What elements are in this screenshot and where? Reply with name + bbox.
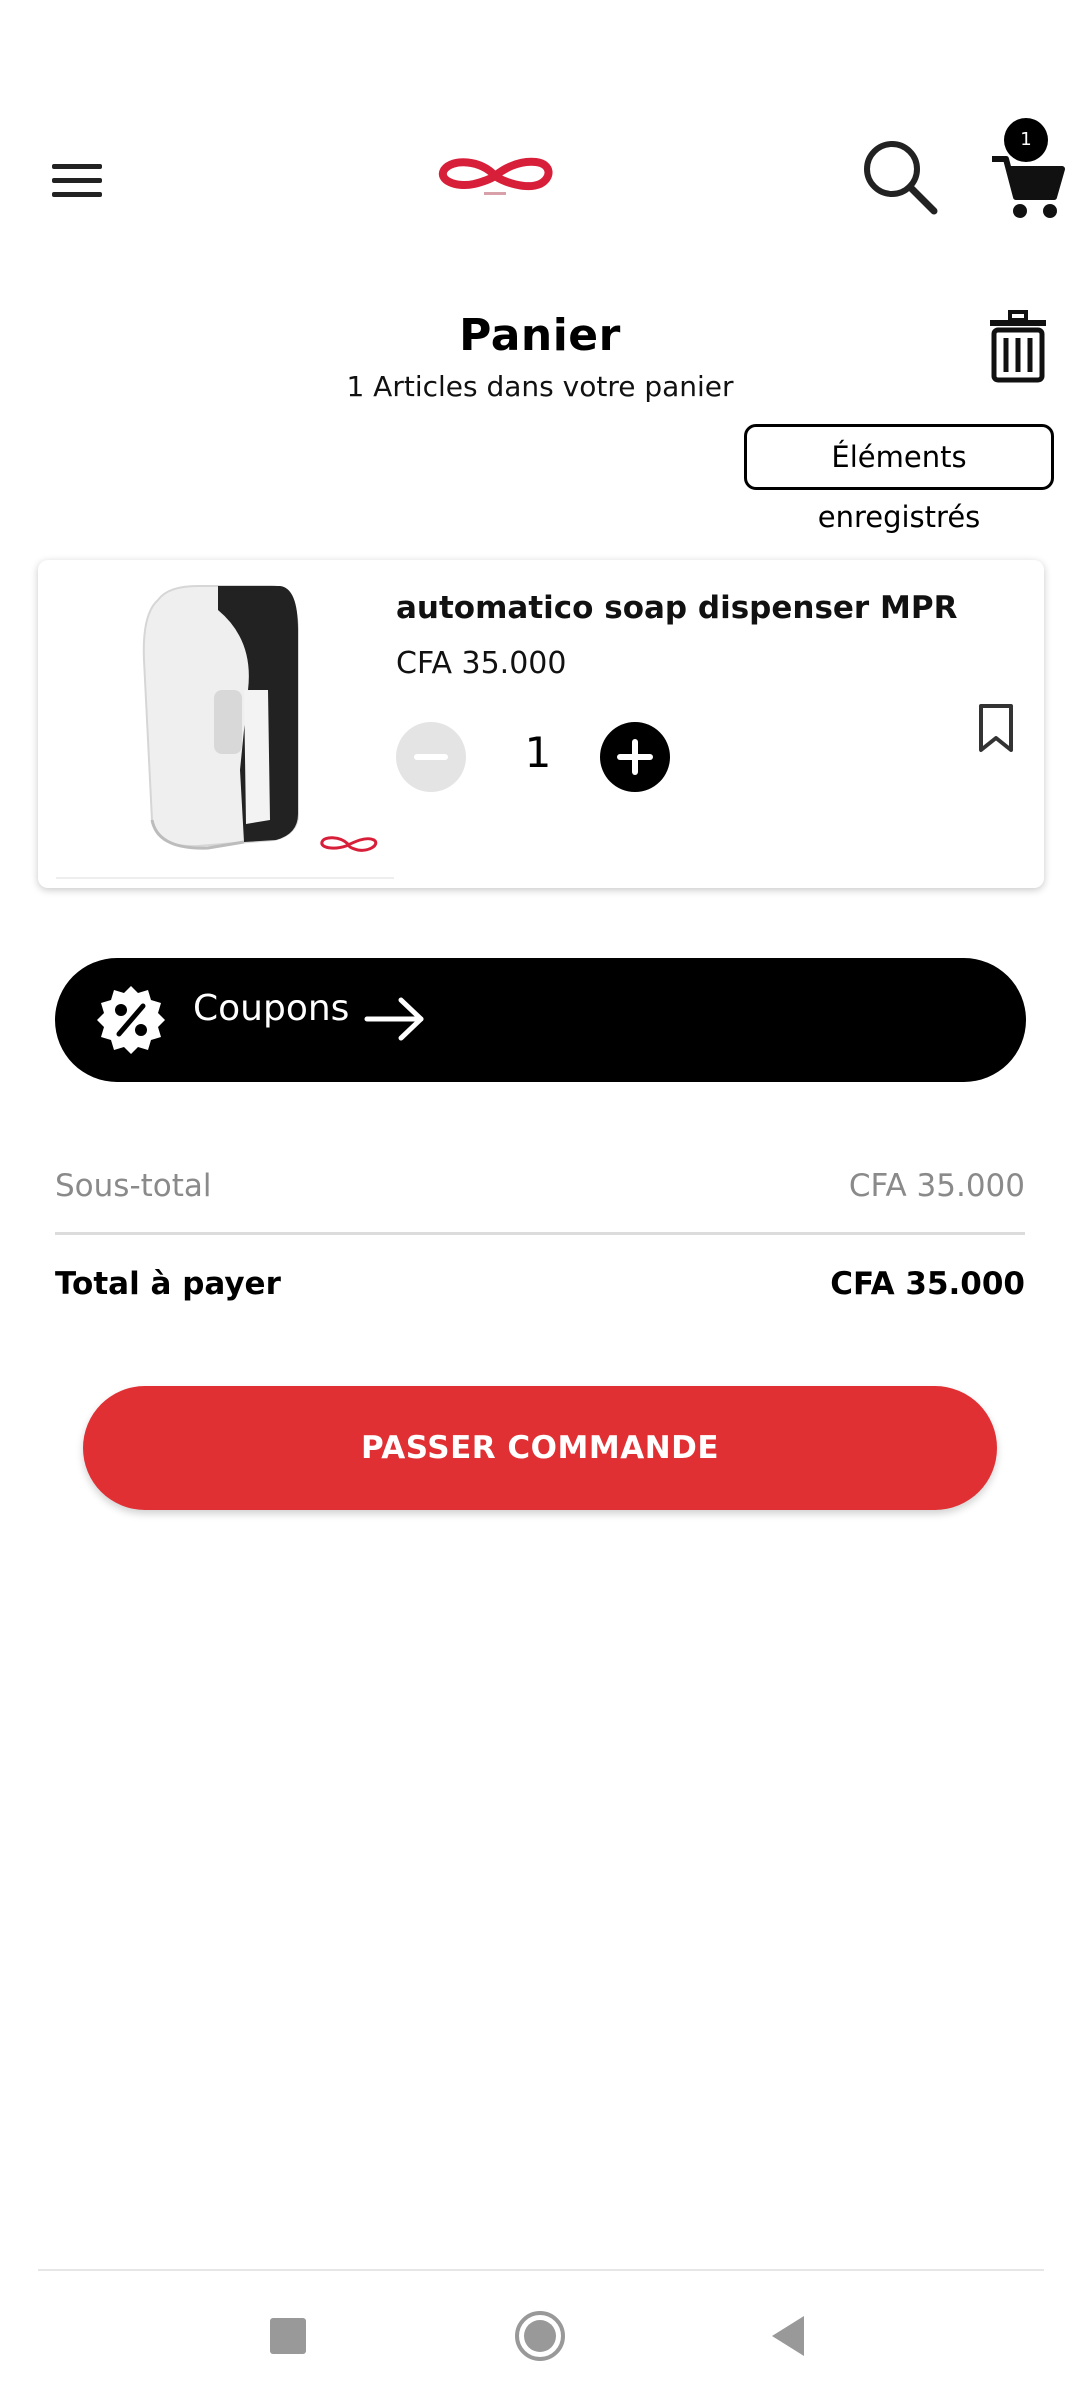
brand-logo-icon[interactable] xyxy=(432,146,558,206)
decrease-quantity-button[interactable] xyxy=(396,722,466,792)
subtotal-label: Sous-total xyxy=(55,1168,212,1204)
triangle-back-icon[interactable] xyxy=(768,2314,808,2358)
product-price: CFA 35.000 xyxy=(396,646,567,681)
cart-screen: 1 Panier 1 Articles dans votre panier Él… xyxy=(0,0,1080,2400)
coupons-button[interactable]: Coupons xyxy=(55,958,1026,1082)
cart-count-badge: 1 xyxy=(1004,118,1048,162)
checkout-button[interactable]: PASSER COMMANDE xyxy=(83,1386,997,1510)
increase-quantity-button[interactable] xyxy=(600,722,670,792)
bookmark-icon[interactable] xyxy=(976,702,1016,756)
product-image[interactable] xyxy=(48,570,402,882)
product-name[interactable]: automatico soap dispenser MPR xyxy=(396,590,957,626)
summary-divider xyxy=(55,1232,1025,1235)
subtotal-value: CFA 35.000 xyxy=(848,1168,1025,1204)
menu-icon-bar xyxy=(52,178,102,183)
cart-item-count: 1 Articles dans votre panier xyxy=(346,370,734,403)
menu-button[interactable] xyxy=(40,150,112,210)
total-value: CFA 35.000 xyxy=(830,1266,1025,1302)
top-app-bar: 1 xyxy=(0,90,1080,270)
quantity-value: 1 xyxy=(524,728,552,777)
circle-home-icon[interactable] xyxy=(514,2310,566,2362)
saved-items-button[interactable]: Éléments enregistrés xyxy=(744,424,1054,534)
cart-item-card: automatico soap dispenser MPR CFA 35.000… xyxy=(38,560,1044,888)
page-title: Panier xyxy=(459,310,621,361)
total-label: Total à payer xyxy=(55,1266,281,1302)
coupons-label: Coupons xyxy=(193,988,350,1029)
nav-divider xyxy=(38,2269,1044,2271)
menu-icon-bar xyxy=(52,164,102,169)
square-recents-icon[interactable] xyxy=(270,2318,306,2354)
trash-icon[interactable] xyxy=(988,310,1048,384)
menu-icon-bar xyxy=(52,192,102,197)
search-icon[interactable] xyxy=(858,135,942,219)
percent-badge-icon xyxy=(97,986,165,1054)
arrow-right-icon xyxy=(364,997,424,1041)
